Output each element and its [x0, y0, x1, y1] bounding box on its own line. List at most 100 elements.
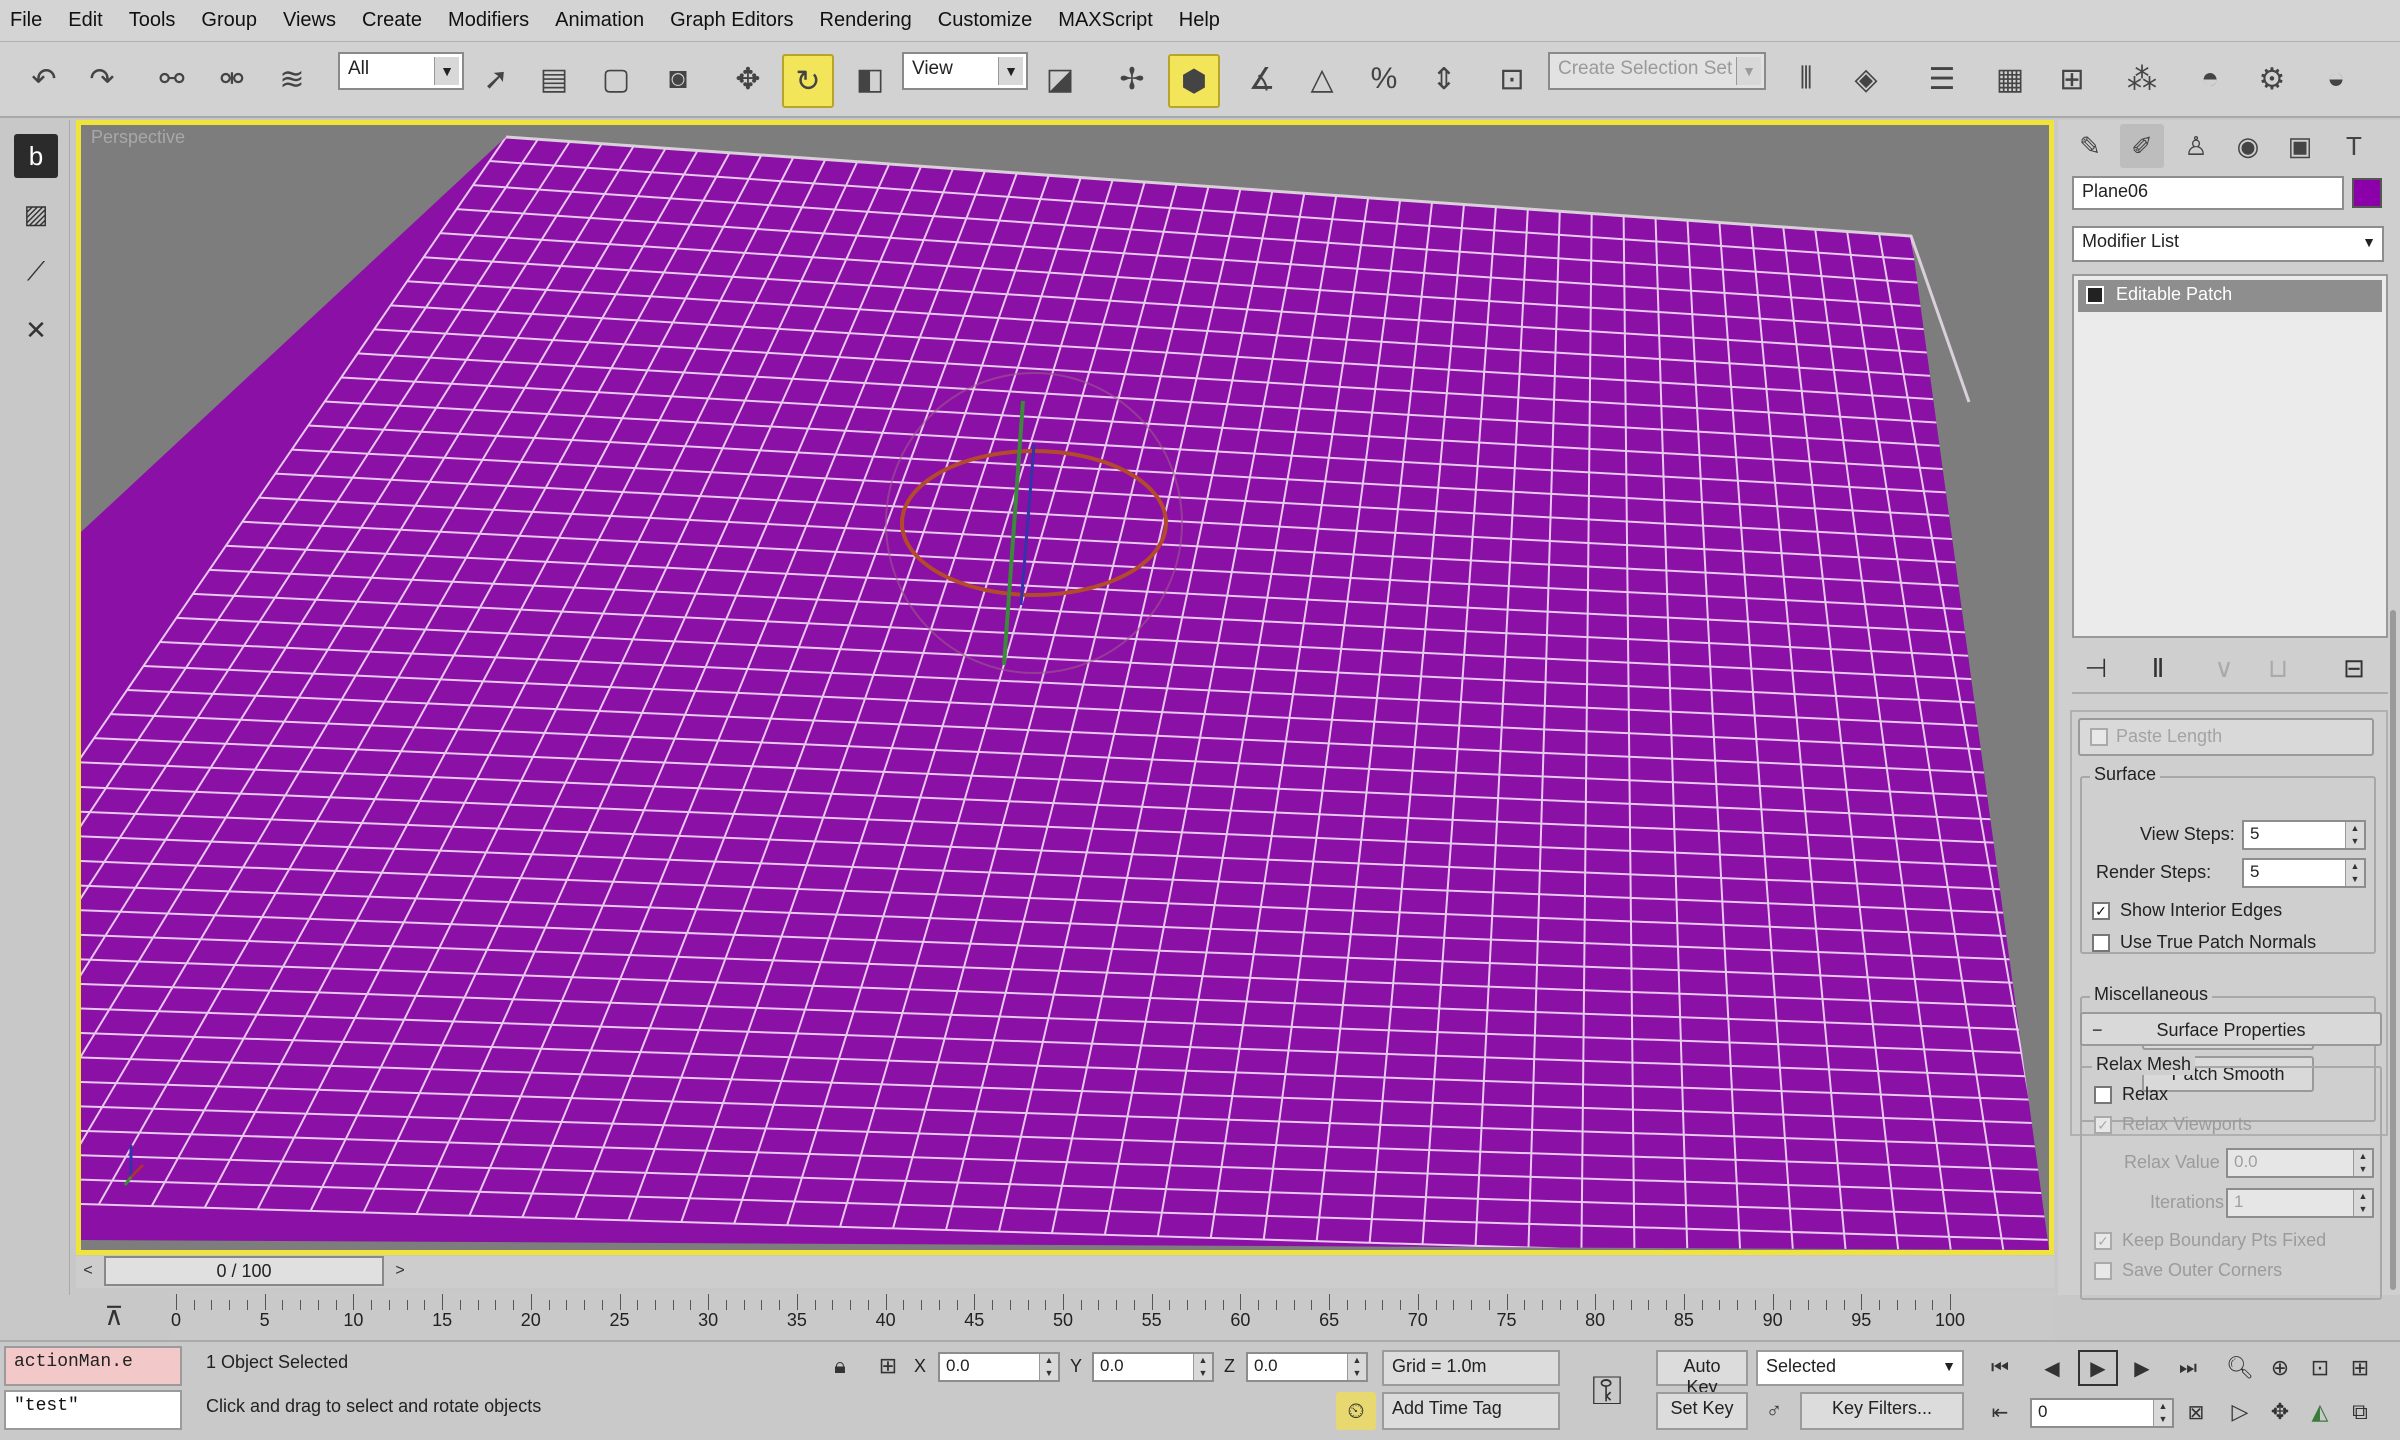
named-selection-dropdown[interactable]: Create Selection Set ▼: [1548, 52, 1766, 90]
play-icon[interactable]: ▶: [2078, 1350, 2118, 1386]
percent-snap-icon[interactable]: △: [1298, 54, 1346, 104]
y-coordinate-field[interactable]: 0.0 ▲ ▼: [1092, 1352, 1214, 1382]
select-object-icon[interactable]: ➚: [472, 54, 520, 104]
pan-icon[interactable]: ✥: [2262, 1394, 2298, 1430]
undo-icon[interactable]: ↶: [20, 54, 68, 104]
select-and-link-icon[interactable]: ⚯: [148, 54, 196, 104]
go-to-start-icon[interactable]: ⏮: [1982, 1350, 2018, 1386]
snap-toggle-icon[interactable]: ⬢: [1168, 54, 1220, 108]
z-coordinate-field[interactable]: 0.0 ▲ ▼: [1246, 1352, 1368, 1382]
menu-file[interactable]: File: [10, 9, 42, 32]
zoom-icon[interactable]: 🔍︎: [2222, 1350, 2258, 1386]
angle-snap-icon[interactable]: ∡: [1238, 54, 1286, 104]
window-crossing-icon[interactable]: ◙: [654, 54, 702, 104]
rotate-icon[interactable]: ↻: [782, 54, 834, 108]
view-steps-spinner[interactable]: 5 ▲ ▼: [2242, 820, 2366, 850]
stack-item-editable-patch[interactable]: Editable Patch: [2078, 280, 2382, 312]
x-coordinate-field[interactable]: 0.0 ▲ ▼: [938, 1352, 1060, 1382]
spinner-arrows-icon[interactable]: ▲ ▼: [2353, 1150, 2372, 1176]
spinner-arrows-icon[interactable]: ▲ ▼: [1193, 1354, 1212, 1380]
paste-length-checkbox[interactable]: [2090, 728, 2108, 746]
menu-animation[interactable]: Animation: [555, 9, 644, 32]
display-tab-icon[interactable]: ▣: [2278, 124, 2322, 168]
menu-graph-editors[interactable]: Graph Editors: [670, 9, 793, 32]
unlink-icon[interactable]: ⚮: [208, 54, 256, 104]
maxscript-listener-input[interactable]: actionMan.e: [4, 1346, 182, 1386]
remove-modifier-icon[interactable]: ⊔: [2258, 648, 2298, 688]
maximize-viewport-icon[interactable]: ⧉: [2342, 1394, 2378, 1430]
menu-views[interactable]: Views: [283, 9, 336, 32]
use-true-patch-normals-checkbox[interactable]: [2092, 934, 2110, 952]
create-tab-icon[interactable]: ✎: [2068, 124, 2112, 168]
align-icon[interactable]: ◈: [1842, 54, 1890, 104]
perspective-viewport[interactable]: Perspective: [76, 120, 2054, 1255]
rendered-frame-window-icon[interactable]: ⚙: [2248, 54, 2296, 104]
orbit-icon[interactable]: ◭: [2302, 1394, 2338, 1430]
relax-checkbox[interactable]: [2094, 1086, 2112, 1104]
iterations-spinner[interactable]: 1 ▲ ▼: [2226, 1188, 2374, 1218]
mirror-icon[interactable]: ⫴: [1782, 54, 1830, 104]
spinner-arrows-icon[interactable]: ▲ ▼: [1347, 1354, 1366, 1380]
pin-stack-icon[interactable]: ⊣: [2076, 648, 2116, 688]
rectangular-selection-icon[interactable]: ▢: [592, 54, 640, 104]
schematic-view-icon[interactable]: ⊞: [2048, 54, 2096, 104]
curve-editor-mini-icon[interactable]: ⊼: [92, 1296, 136, 1336]
modify-tab-icon[interactable]: ✐: [2120, 124, 2164, 168]
keep-boundary-checkbox[interactable]: ✓: [2094, 1232, 2112, 1250]
spinner-snap-icon[interactable]: %: [1360, 54, 1408, 104]
zoom-extents-icon[interactable]: ⊡: [2302, 1350, 2338, 1386]
key-mode-dropdown[interactable]: Selected ▼: [1756, 1350, 1964, 1386]
menu-modifiers[interactable]: Modifiers: [448, 9, 529, 32]
hierarchy-tab-icon[interactable]: ♙: [2174, 124, 2218, 168]
move-icon[interactable]: ✥: [724, 54, 772, 104]
menu-rendering[interactable]: Rendering: [820, 9, 912, 32]
configure-sets-icon[interactable]: ⊟: [2334, 648, 2374, 688]
paste-length-button[interactable]: Paste Length: [2078, 718, 2374, 756]
save-outer-corners-checkbox[interactable]: [2094, 1262, 2112, 1280]
command-panel-scrollbar[interactable]: [2390, 610, 2396, 1290]
spinner-arrows-icon[interactable]: ▲ ▼: [1039, 1354, 1058, 1380]
spinner-arrows-icon[interactable]: ▲ ▼: [2345, 860, 2364, 886]
next-frame-arrow-icon[interactable]: >: [388, 1256, 412, 1286]
edit-named-selection-icon[interactable]: ⇕: [1420, 54, 1468, 104]
object-color-swatch[interactable]: [2352, 178, 2382, 208]
spinner-arrows-icon[interactable]: ▲ ▼: [2353, 1190, 2372, 1216]
viewport-shading-icon[interactable]: ▨: [14, 192, 58, 236]
previous-frame-arrow-icon[interactable]: <: [76, 1256, 100, 1286]
motion-tab-icon[interactable]: ◉: [2226, 124, 2270, 168]
selection-filter-dropdown[interactable]: All ▼: [338, 52, 464, 90]
previous-frame-icon[interactable]: ◀: [2034, 1350, 2070, 1386]
object-name-field[interactable]: Plane06: [2072, 176, 2344, 210]
menu-edit[interactable]: Edit: [68, 9, 102, 32]
bind-space-warp-icon[interactable]: ≋: [268, 54, 316, 104]
next-frame-icon[interactable]: ▶: [2124, 1350, 2160, 1386]
show-interior-edges-checkbox[interactable]: ✓: [2092, 902, 2110, 920]
scale-icon[interactable]: ◧: [846, 54, 894, 104]
spinner-arrows-icon[interactable]: ▲ ▼: [2153, 1400, 2172, 1426]
named-selection-icon[interactable]: ⊡: [1488, 54, 1536, 104]
key-mode-toggle-icon[interactable]: ⇤: [1982, 1394, 2018, 1430]
menu-group[interactable]: Group: [201, 9, 257, 32]
material-editor-icon[interactable]: ⁂: [2118, 54, 2166, 104]
menu-customize[interactable]: Customize: [938, 9, 1032, 32]
pivot-center-icon[interactable]: ◪: [1036, 54, 1084, 104]
render-steps-spinner[interactable]: 5 ▲ ▼: [2242, 858, 2366, 888]
relax-value-spinner[interactable]: 0.0 ▲ ▼: [2226, 1148, 2374, 1178]
redo-icon[interactable]: ↷: [78, 54, 126, 104]
lock-selection-icon[interactable]: 🔒︎: [822, 1348, 858, 1384]
time-slider[interactable]: 0 / 100: [104, 1256, 384, 1286]
modifier-list-dropdown[interactable]: Modifier List ▼: [2072, 226, 2384, 262]
make-unique-icon[interactable]: ∨: [2204, 648, 2244, 688]
curve-editor-icon[interactable]: ▦: [1986, 54, 2034, 104]
track-bar[interactable]: 0 5 10 15 20 25 30 35 40 45 50 55 60 65 70 75 80 85 90 95 10…: [170, 1292, 2054, 1340]
key-filters-button[interactable]: Key Filters...: [1800, 1392, 1964, 1430]
field-of-view-icon[interactable]: ▷: [2222, 1394, 2258, 1430]
select-by-name-icon[interactable]: ▤: [530, 54, 578, 104]
layer-manager-icon[interactable]: ☰: [1918, 54, 1966, 104]
reference-coordinate-dropdown[interactable]: View ▼: [902, 52, 1028, 90]
show-end-result-icon[interactable]: Ⅱ: [2138, 648, 2178, 688]
render-setup-icon[interactable]: ◓: [2186, 54, 2234, 104]
absolute-mode-icon[interactable]: ⊞: [870, 1348, 906, 1384]
menu-create[interactable]: Create: [362, 9, 422, 32]
relax-viewports-checkbox[interactable]: ✓: [2094, 1116, 2112, 1134]
